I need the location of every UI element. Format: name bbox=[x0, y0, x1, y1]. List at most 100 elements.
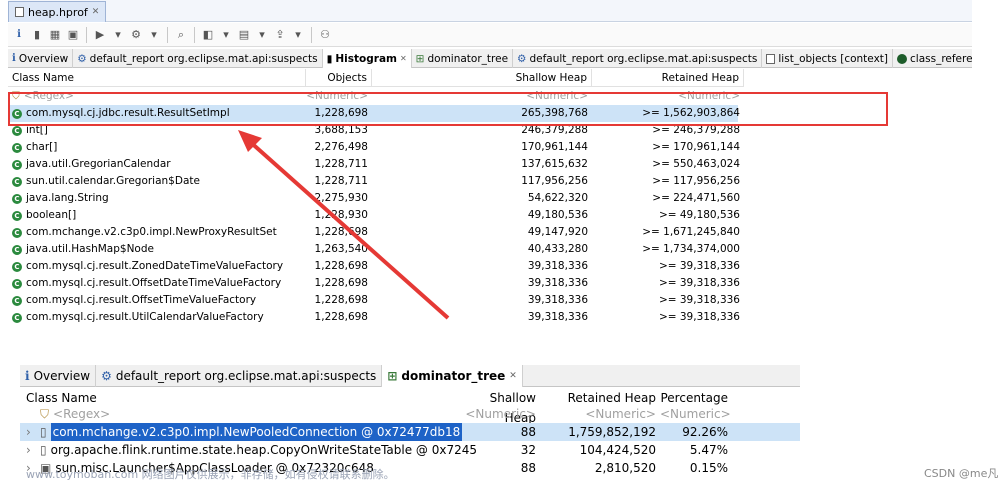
tree-row[interactable]: › ▯ com.mchange.v2.c3p0.impl.NewPooledConn… bbox=[20, 423, 800, 441]
file-icon bbox=[15, 7, 24, 17]
query-browser-icon[interactable]: ⚙ bbox=[129, 28, 143, 42]
table-row[interactable]: Ccom.mysql.cj.result.OffsetDateTimeValue… bbox=[8, 275, 740, 292]
retained-heap-cell: >= 550,463,024 bbox=[652, 158, 740, 170]
tree-icon: ⊞ bbox=[387, 369, 398, 383]
shallow-heap-cell: 117,956,256 bbox=[521, 175, 588, 187]
search-icon[interactable]: ⌕ bbox=[174, 28, 188, 42]
objects-cell: 2,275,930 bbox=[314, 192, 368, 204]
tab-default-report-2[interactable]: ⚙ default_report org.eclipse.mat.api:sus… bbox=[513, 49, 763, 68]
class-name-cell: Cchar[] bbox=[12, 139, 57, 156]
toolbar-separator bbox=[311, 26, 312, 43]
table-row[interactable]: Ccom.mysql.cj.result.ZonedDateTimeValueF… bbox=[8, 258, 740, 275]
class-icon: C bbox=[12, 295, 22, 306]
tab-list-objects[interactable]: list_objects [context] bbox=[762, 49, 893, 68]
histogram-icon[interactable]: ▮ bbox=[30, 28, 44, 42]
heap-dump-icon[interactable]: ⚇ bbox=[318, 28, 332, 42]
filter-row-2[interactable]: ⛉ <Regex> <Numeric> <Numeric> <Numeric> bbox=[20, 405, 800, 423]
editor-tab-heap[interactable]: heap.hprof ✕ bbox=[8, 1, 107, 22]
tab-bar-bottom: i Overview ⚙ default_report org.eclipse.… bbox=[20, 365, 800, 387]
close-icon[interactable]: ✕ bbox=[400, 54, 407, 63]
shallow-heap-cell: 39,318,336 bbox=[527, 311, 588, 323]
retained-filter-2[interactable]: <Numeric> bbox=[540, 405, 656, 423]
tab-default-report-3[interactable]: ⚙ default_report org.eclipse.mat.api:sus… bbox=[96, 365, 383, 387]
filter-icon: ⛉ bbox=[40, 407, 50, 421]
class-icon bbox=[897, 53, 907, 64]
export-icon[interactable]: ⇪ bbox=[273, 28, 287, 42]
group-icon[interactable]: ◧ bbox=[201, 28, 215, 42]
retained-heap-cell: >= 1,671,245,840 bbox=[642, 226, 740, 238]
percentage-filter[interactable]: <Numeric> bbox=[660, 405, 731, 423]
table-row[interactable]: Cchar[] 2,276,498 170,961,144 >= 170,961,14… bbox=[8, 139, 740, 156]
calculate-icon[interactable]: ▤ bbox=[237, 28, 251, 42]
class-icon: C bbox=[12, 261, 22, 272]
close-icon[interactable]: ✕ bbox=[92, 7, 100, 17]
sql-icon[interactable]: ▣ bbox=[66, 28, 80, 42]
tab-class-references[interactable]: class_references [contex bbox=[893, 49, 972, 68]
tab-bar-top: i Overview ⚙ default_report org.eclipse.… bbox=[8, 49, 972, 68]
chevron-down-icon[interactable]: ▾ bbox=[111, 28, 125, 42]
dominator-icon[interactable]: ▦ bbox=[48, 28, 62, 42]
table-row[interactable]: Cjava.lang.String 2,275,930 54,622,320 >= 2… bbox=[8, 190, 740, 207]
expand-chevron-icon[interactable]: › bbox=[26, 423, 31, 441]
retained-heap-cell: >= 170,961,144 bbox=[652, 141, 740, 153]
object-name-cell: ▯ org.apache.flink.runtime.state.heap.Cop… bbox=[40, 443, 478, 457]
table-row[interactable]: Cjava.util.GregorianCalendar 1,228,711 137… bbox=[8, 156, 740, 173]
class-icon: C bbox=[12, 125, 22, 136]
retained-heap-cell: >= 39,318,336 bbox=[658, 294, 740, 306]
shallow-filter-2[interactable]: <Numeric> bbox=[458, 405, 536, 423]
shallow-heap-cell: 32 bbox=[520, 443, 536, 457]
class-name-cell: Csun.util.calendar.Gregorian$Date bbox=[12, 173, 200, 190]
table-row[interactable]: Ccom.mysql.cj.result.UtilCalendarValueFa… bbox=[8, 309, 740, 326]
retained-heap-cell: >= 39,318,336 bbox=[658, 260, 740, 272]
run-report-icon[interactable]: ▶ bbox=[93, 28, 107, 42]
chevron-down-icon[interactable]: ▾ bbox=[255, 28, 269, 42]
retained-heap-cell: 1,759,852,192 bbox=[568, 425, 656, 439]
objects-cell: 1,228,698 bbox=[314, 311, 368, 323]
table-row[interactable]: Cboolean[] 1,228,930 49,180,536 >= 49,180,5… bbox=[8, 207, 740, 224]
table-row[interactable]: Ccom.mchange.v2.c3p0.impl.NewProxyResult… bbox=[8, 224, 740, 241]
column-header-objects[interactable]: Objects bbox=[306, 69, 372, 87]
histogram-panel: heap.hprof ✕ i ▮ ▦ ▣ ▶ ▾ ⚙ ▾ ⌕ ◧ ▾ ▤ ▾ ⇪… bbox=[8, 0, 972, 326]
regex-filter-2[interactable]: ⛉ <Regex> bbox=[40, 405, 110, 423]
expand-chevron-icon[interactable]: › bbox=[26, 441, 31, 459]
class-name-cell: Cjava.util.HashMap$Node bbox=[12, 241, 154, 258]
column-header-retained-heap[interactable]: Retained Heap bbox=[592, 69, 744, 87]
chevron-down-icon[interactable]: ▾ bbox=[147, 28, 161, 42]
objects-cell: 1,263,540 bbox=[314, 243, 368, 255]
column-header-shallow-heap[interactable]: Shallow Heap bbox=[372, 69, 592, 87]
class-name-cell: Ccom.mysql.cj.result.ZonedDateTimeValueF… bbox=[12, 258, 283, 275]
objects-cell: 1,228,698 bbox=[314, 260, 368, 272]
tab-histogram[interactable]: ▮ Histogram ✕ bbox=[322, 49, 412, 68]
toolbar-separator bbox=[167, 26, 168, 43]
tab-default-report[interactable]: ⚙ default_report org.eclipse.mat.api:sus… bbox=[73, 49, 323, 68]
object-name-cell: ▯ com.mchange.v2.c3p0.impl.NewPooledConne… bbox=[40, 423, 463, 441]
shallow-heap-cell: 54,622,320 bbox=[527, 192, 588, 204]
chevron-down-icon[interactable]: ▾ bbox=[291, 28, 305, 42]
objects-cell: 1,228,711 bbox=[314, 175, 368, 187]
close-icon[interactable]: ✕ bbox=[509, 371, 517, 381]
retained-heap-cell: >= 39,318,336 bbox=[658, 277, 740, 289]
tab-dominator-tree[interactable]: ⊞ dominator_tree bbox=[412, 49, 514, 68]
overview-icon[interactable]: i bbox=[12, 28, 26, 42]
shallow-heap-cell: 49,147,920 bbox=[527, 226, 588, 238]
percentage-cell: 5.47% bbox=[689, 443, 728, 457]
tab-overview[interactable]: i Overview bbox=[8, 49, 74, 68]
chevron-down-icon[interactable]: ▾ bbox=[219, 28, 233, 42]
histogram-icon: ▮ bbox=[326, 52, 333, 65]
class-name-cell: Ccom.mysql.cj.result.UtilCalendarValueFa… bbox=[12, 309, 264, 326]
class-icon: C bbox=[12, 193, 22, 204]
watermark-text: www.toymoban.com 网络图片仅供展示，非存储，如有侵权请联系删除。 bbox=[26, 468, 395, 481]
column-header-class-name[interactable]: Class Name bbox=[8, 69, 306, 87]
tab-dominator-tree-2[interactable]: ⊞ dominator_tree ✕ bbox=[382, 365, 523, 387]
table-row[interactable]: Cjava.util.HashMap$Node 1,263,540 40,433,2… bbox=[8, 241, 740, 258]
tab-overview-2[interactable]: i Overview bbox=[20, 365, 97, 387]
table-row[interactable]: Csun.util.calendar.Gregorian$Date 1,228,7… bbox=[8, 173, 740, 190]
editor-tab-title: heap.hprof bbox=[28, 5, 88, 19]
highlight-annotation-box bbox=[8, 92, 888, 126]
table-row[interactable]: Ccom.mysql.cj.result.OffsetTimeValueFact… bbox=[8, 292, 740, 309]
editor-titlebar: heap.hprof ✕ bbox=[8, 0, 972, 22]
shallow-heap-cell: 39,318,336 bbox=[527, 277, 588, 289]
tree-row[interactable]: › ▯ org.apache.flink.runtime.state.heap.Co… bbox=[20, 441, 800, 459]
info-icon: i bbox=[25, 369, 30, 383]
retained-heap-cell: 2,810,520 bbox=[594, 461, 656, 475]
